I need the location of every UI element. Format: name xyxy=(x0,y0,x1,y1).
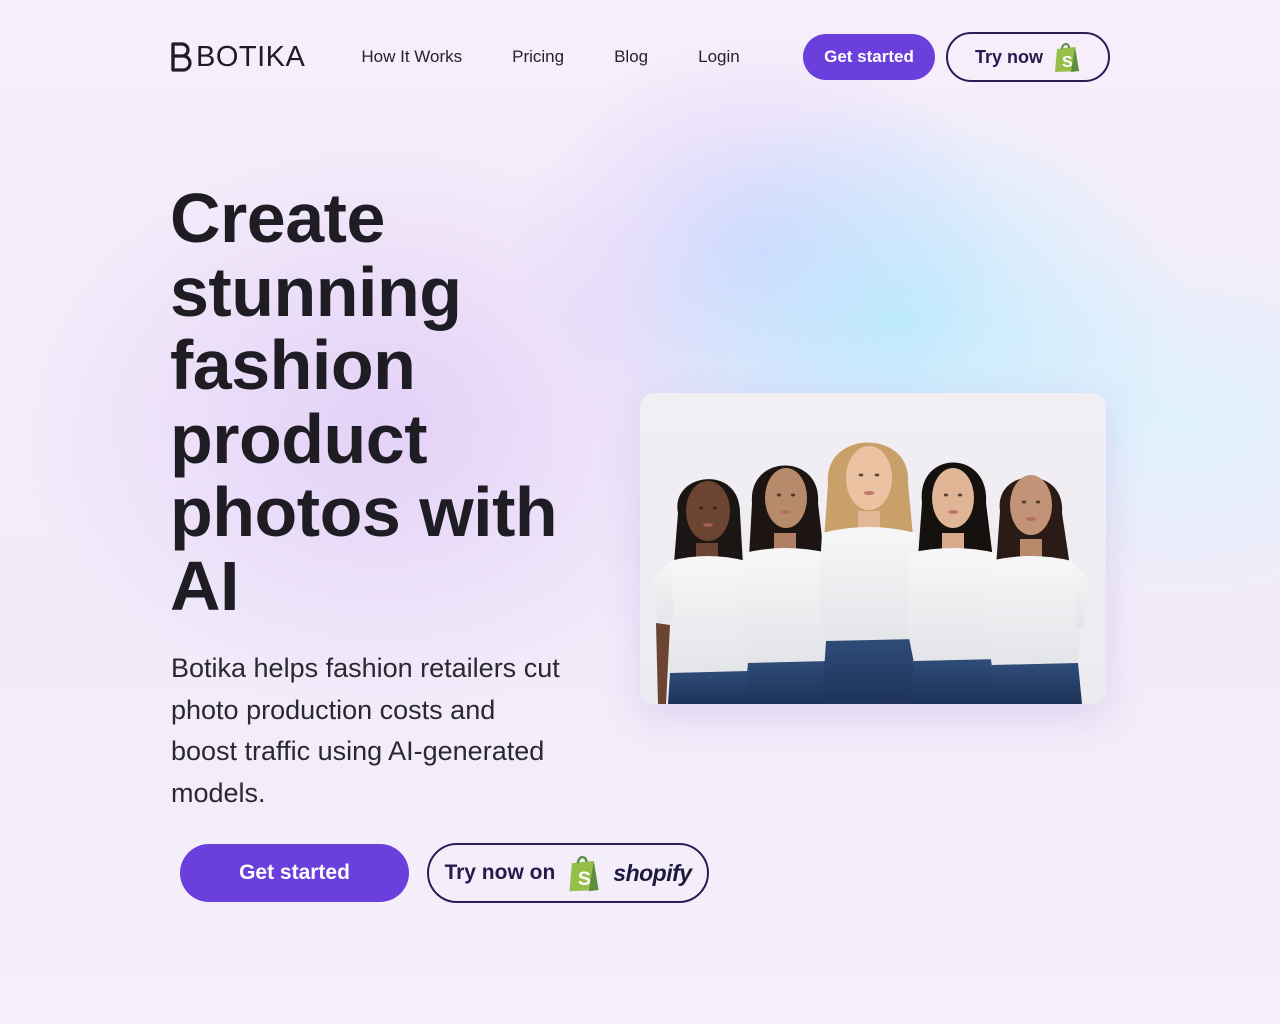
nav-try-now-button[interactable]: Try now S xyxy=(946,32,1110,82)
try-now-on-label: Try now on xyxy=(444,861,556,884)
models-illustration xyxy=(654,442,1088,704)
model-figure xyxy=(818,442,924,704)
top-navigation: BOTIKA How It Works Pricing Blog Login G… xyxy=(170,32,1110,82)
nav-link-pricing[interactable]: Pricing xyxy=(512,47,564,67)
hero-get-started-button[interactable]: Get started xyxy=(180,844,409,902)
nav-links: How It Works Pricing Blog Login xyxy=(361,47,739,67)
shopify-bag-icon: S xyxy=(569,856,599,892)
nav-get-started-button[interactable]: Get started xyxy=(803,34,935,80)
svg-text:S: S xyxy=(578,868,591,890)
try-now-label: Try now xyxy=(974,46,1043,67)
model-figure xyxy=(986,475,1088,704)
hero-cta-row: Get started Try now on S shopify xyxy=(180,843,709,903)
botika-logo-icon xyxy=(171,42,192,72)
nav-link-login[interactable]: Login xyxy=(698,47,740,67)
hero-subtitle: Botika helps fashion retailers cut photo… xyxy=(171,653,560,808)
svg-text:S: S xyxy=(1062,54,1073,71)
logo-text: BOTIKA xyxy=(196,40,306,73)
nav-link-how-it-works[interactable]: How It Works xyxy=(361,47,462,67)
hero-title: Create stunning fashion product photos w… xyxy=(170,179,558,625)
nav-actions: Get started Try now S xyxy=(803,32,1110,82)
hero-try-shopify-button[interactable]: Try now on S shopify xyxy=(427,843,709,903)
hero-models-image xyxy=(640,393,1106,704)
shopify-bag-icon: S xyxy=(1055,43,1079,72)
model-figure xyxy=(654,479,752,704)
shopify-wordmark: shopify xyxy=(613,859,692,886)
nav-link-blog[interactable]: Blog xyxy=(614,47,648,67)
botika-logo[interactable]: BOTIKA xyxy=(170,41,305,74)
